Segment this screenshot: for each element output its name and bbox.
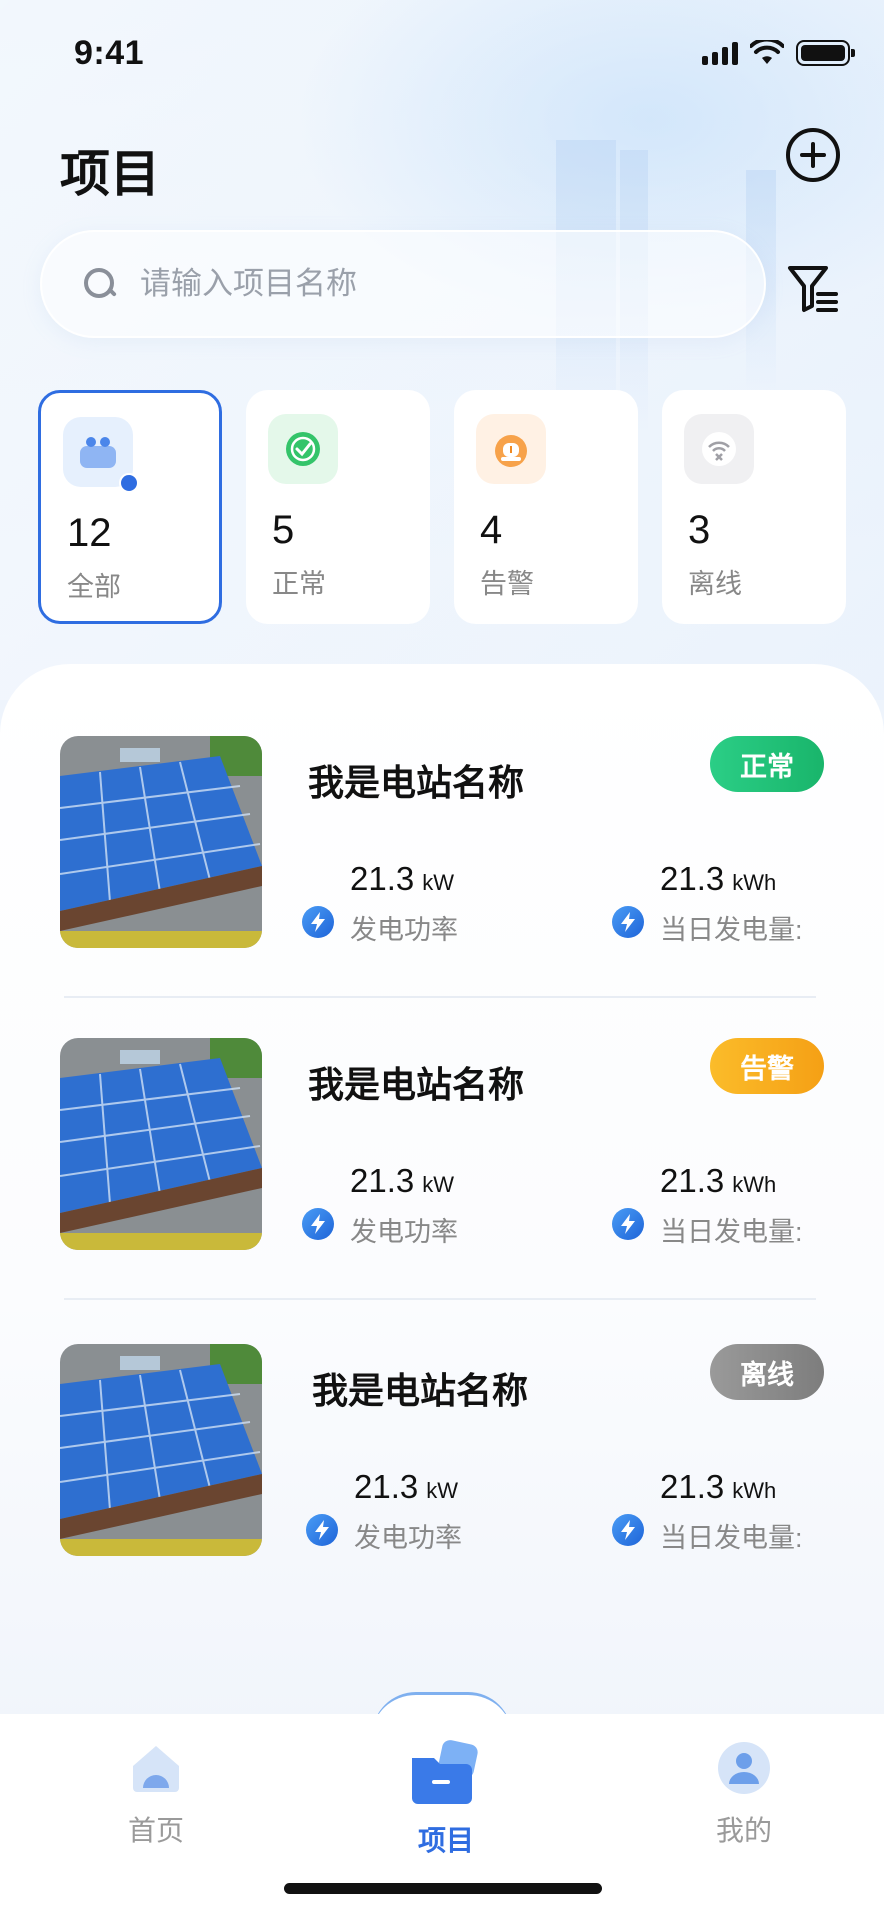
stat-card-normal[interactable]: 5 正常 [246, 390, 430, 624]
stat-count: 3 [688, 508, 711, 552]
stat-card-all[interactable]: 12 全部 [38, 390, 222, 624]
cellular-signal-icon [702, 41, 738, 65]
add-project-button[interactable] [786, 128, 840, 182]
home-indicator [284, 1883, 602, 1894]
power-value-row: 21.3 kW [350, 860, 454, 898]
station-photo [60, 1038, 262, 1250]
energy-label: 当日发电量: [660, 915, 803, 945]
lightning-bolt-icon [612, 906, 644, 938]
station-name: 我是电站名称 [308, 1064, 525, 1105]
energy-value-row: 21.3 kWh [660, 860, 776, 898]
power-unit: kW [422, 870, 454, 895]
all-projects-icon [63, 417, 139, 493]
stat-count: 5 [272, 508, 295, 552]
stat-count: 4 [480, 508, 503, 552]
station-card[interactable]: 我是电站名称 正常 21.3 kW 发电功率 21.3 kWh 当日发电量: [60, 736, 824, 948]
status-badge: 离线 [710, 1344, 824, 1400]
power-label: 发电功率 [354, 1523, 462, 1553]
stat-label: 全部 [67, 572, 121, 602]
stat-card-alarm[interactable]: 4 告警 [454, 390, 638, 624]
power-value-row: 21.3 kW [350, 1162, 454, 1200]
energy-value-row: 21.3 kWh [660, 1162, 776, 1200]
search-input[interactable] [140, 266, 700, 302]
energy-unit: kWh [732, 1172, 777, 1197]
lightning-bolt-icon [612, 1208, 644, 1240]
lightning-bolt-icon [306, 1514, 338, 1546]
lightning-bolt-icon [302, 906, 334, 938]
tab-label: 我的 [715, 1815, 772, 1846]
power-value: 21.3 [354, 1468, 419, 1505]
power-unit: kW [422, 1172, 454, 1197]
power-value-row: 21.3 kW [354, 1468, 458, 1506]
status-time: 9:41 [74, 34, 145, 72]
battery-icon [796, 40, 855, 66]
wifi-icon [750, 40, 784, 64]
filter-icon [788, 266, 838, 312]
station-photo [60, 1344, 262, 1556]
tab-label: 项目 [417, 1825, 474, 1856]
stat-count: 12 [67, 511, 112, 555]
energy-unit: kWh [732, 1478, 777, 1503]
energy-value-row: 21.3 kWh [660, 1468, 776, 1506]
page-title: 项目 [60, 146, 160, 202]
tab-projects[interactable]: 项目 [366, 1740, 526, 1859]
station-card[interactable]: 我是电站名称 告警 21.3 kW 发电功率 21.3 kWh 当日发电量: [60, 1038, 824, 1250]
profile-icon [718, 1742, 770, 1794]
power-value: 21.3 [350, 860, 415, 897]
stat-label: 正常 [272, 569, 326, 599]
status-filter-cards: 12 全部 5 正常 4 告警 3 离线 [38, 390, 846, 624]
home-icon [133, 1746, 179, 1792]
divider [64, 1298, 816, 1300]
normal-check-icon [268, 414, 338, 484]
projects-folder-icon [412, 1740, 478, 1804]
status-badge: 告警 [710, 1038, 824, 1094]
offline-wifi-icon [684, 414, 754, 484]
power-unit: kW [426, 1478, 458, 1503]
station-name: 我是电站名称 [312, 1370, 529, 1411]
energy-value: 21.3 [660, 1162, 725, 1199]
power-value: 21.3 [350, 1162, 415, 1199]
energy-value: 21.3 [660, 1468, 725, 1505]
stat-label: 离线 [688, 569, 742, 599]
status-badge: 正常 [710, 736, 824, 792]
power-label: 发电功率 [350, 1217, 458, 1247]
energy-unit: kWh [732, 870, 777, 895]
divider [64, 996, 816, 998]
tab-label: 首页 [127, 1815, 184, 1846]
status-bar: 9:41 [0, 0, 884, 110]
alarm-siren-icon [476, 414, 546, 484]
lightning-bolt-icon [302, 1208, 334, 1240]
energy-label: 当日发电量: [660, 1523, 803, 1553]
station-photo [60, 736, 262, 948]
search-bar[interactable] [40, 230, 766, 338]
tab-mine[interactable]: 我的 [664, 1740, 824, 1849]
station-name: 我是电站名称 [308, 762, 525, 803]
energy-value: 21.3 [660, 860, 725, 897]
stat-card-offline[interactable]: 3 离线 [662, 390, 846, 624]
stat-label: 告警 [480, 569, 534, 599]
status-icons [702, 40, 855, 66]
station-card[interactable]: 我是电站名称 离线 21.3 kW 发电功率 21.3 kWh 当日发电量: [60, 1344, 824, 1556]
energy-label: 当日发电量: [660, 1217, 803, 1247]
filter-button[interactable] [786, 262, 840, 316]
lightning-bolt-icon [612, 1514, 644, 1546]
search-icon [82, 266, 118, 302]
power-label: 发电功率 [350, 915, 458, 945]
tab-home[interactable]: 首页 [76, 1740, 236, 1849]
